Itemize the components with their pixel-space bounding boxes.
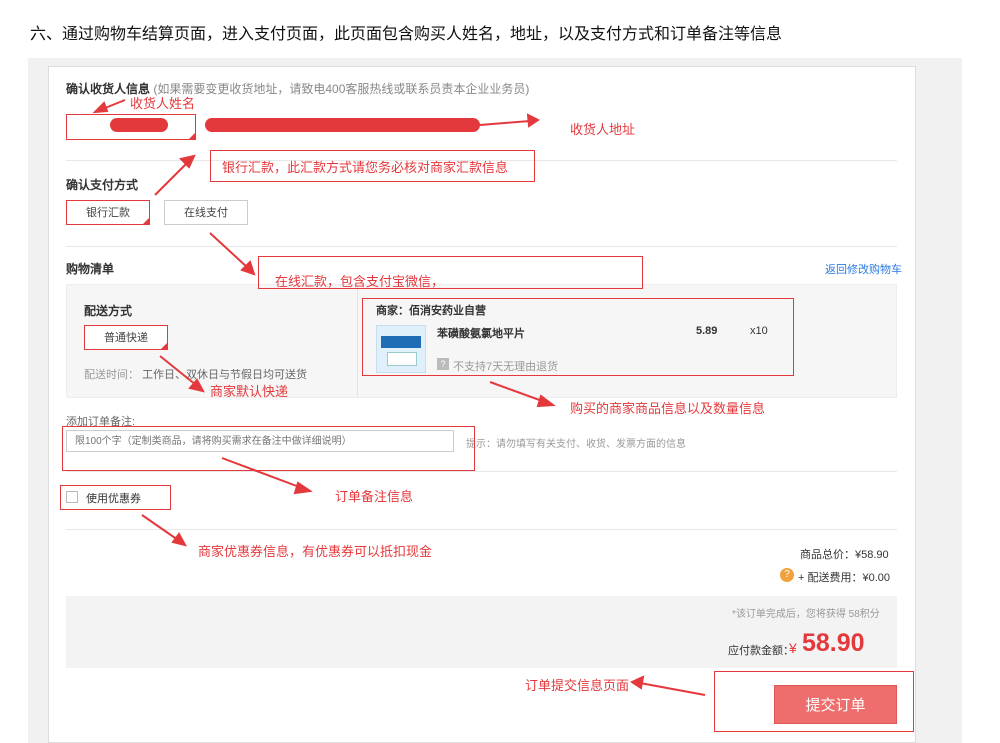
annotation-arrows bbox=[92, 99, 706, 696]
